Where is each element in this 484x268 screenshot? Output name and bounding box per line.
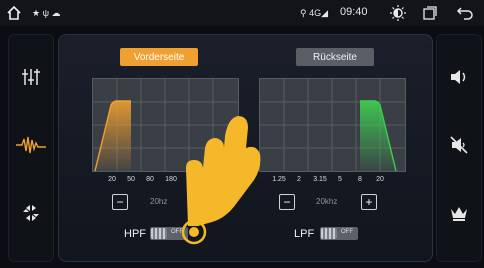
- crown-icon[interactable]: [445, 199, 473, 227]
- signal-indicators: ⚲ 4G◢: [300, 8, 329, 18]
- hpf-frequency-value: 20hz: [150, 197, 168, 206]
- waveform-icon[interactable]: [15, 131, 47, 159]
- eq-sliders-icon[interactable]: [17, 63, 45, 91]
- lpf-tick: 3.15: [313, 176, 327, 183]
- tab-front[interactable]: Vorderseite: [120, 48, 198, 66]
- back-icon[interactable]: [456, 5, 474, 21]
- lpf-tick-labels: 1.25 2 3.15 5 8 20: [259, 176, 404, 188]
- clock: 09:40: [340, 6, 368, 18]
- lpf-tick: 8: [358, 176, 362, 183]
- lpf-tick: 20: [376, 176, 384, 183]
- lpf-increase-button[interactable]: +: [361, 194, 377, 210]
- toggle-knob: [321, 228, 337, 239]
- hpf-tick: 50: [127, 176, 135, 183]
- mute-icon[interactable]: [445, 131, 473, 159]
- home-icon[interactable]: [6, 5, 22, 21]
- left-sidebar: [8, 34, 54, 262]
- status-bar: ★ ψ ☁ ⚲ 4G◢ 09:40: [0, 0, 484, 26]
- hpf-label: HPF: [124, 228, 146, 240]
- lpf-decrease-button[interactable]: −: [279, 194, 295, 210]
- tap-hint-hand-icon: [176, 108, 266, 248]
- lpf-toggle[interactable]: OFF: [320, 227, 358, 240]
- lpf-label: LPF: [294, 228, 315, 240]
- hpf-tick: 80: [146, 176, 154, 183]
- volume-icon[interactable]: [445, 63, 473, 91]
- brightness-icon[interactable]: [389, 4, 407, 22]
- lpf-tick: 1.25: [272, 176, 286, 183]
- lpf-frequency-value: 20khz: [316, 197, 338, 206]
- recent-apps-icon[interactable]: [423, 6, 437, 20]
- status-icons-left: ★ ψ ☁: [32, 8, 61, 18]
- lpf-curve-graph: [259, 78, 406, 172]
- lpf-tick: 2: [297, 176, 301, 183]
- tab-rear[interactable]: Rückseite: [296, 48, 374, 66]
- hpf-decrease-button[interactable]: −: [112, 194, 128, 210]
- lpf-toggle-state: OFF: [341, 229, 353, 235]
- balance-icon[interactable]: [17, 199, 45, 227]
- hpf-tick: 20: [108, 176, 116, 183]
- lpf-tick: 5: [338, 176, 342, 183]
- toggle-knob: [151, 228, 167, 239]
- right-sidebar: [436, 34, 482, 262]
